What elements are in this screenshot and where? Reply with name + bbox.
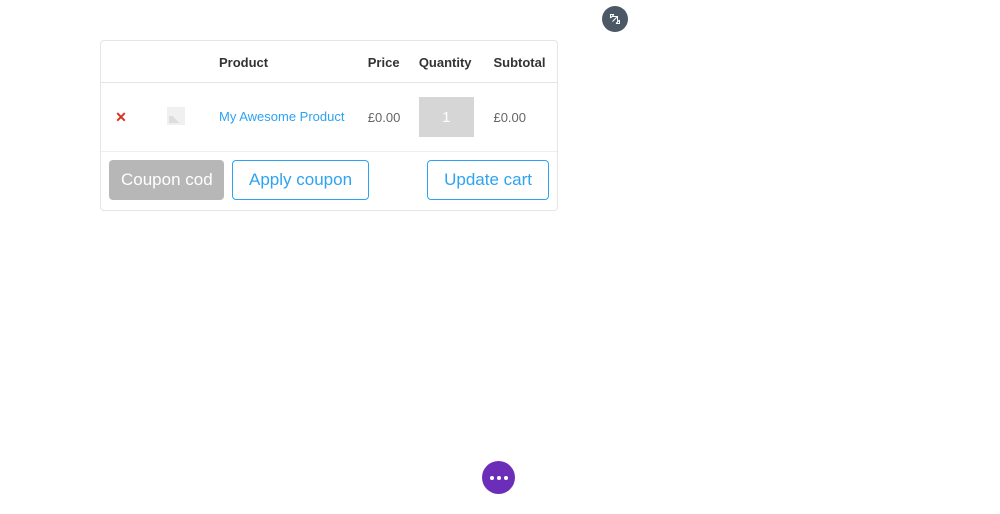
remove-item-icon[interactable]: ✕: [109, 109, 133, 126]
actions-row: Apply coupon Update cart: [109, 160, 549, 200]
col-remove: [101, 41, 141, 83]
col-thumb: [141, 41, 211, 83]
col-price: Price: [360, 41, 411, 83]
cart-panel: Product Price Quantity Subtotal ✕ My Awe…: [100, 40, 558, 211]
quantity-input[interactable]: 1: [419, 97, 474, 137]
resize-handle[interactable]: [602, 6, 628, 32]
apply-coupon-button[interactable]: Apply coupon: [232, 160, 369, 200]
subtotal-cell: £0.00: [485, 83, 557, 152]
cart-table: Product Price Quantity Subtotal ✕ My Awe…: [101, 41, 557, 210]
col-quantity: Quantity: [411, 41, 486, 83]
col-subtotal: Subtotal: [485, 41, 557, 83]
col-product: Product: [211, 41, 360, 83]
fab-more-button[interactable]: [482, 461, 515, 494]
product-link[interactable]: My Awesome Product: [219, 109, 344, 124]
table-row: ✕ My Awesome Product £0.00 1 £0.00: [101, 83, 557, 152]
coupon-input[interactable]: [109, 160, 224, 200]
price-cell: £0.00: [360, 83, 411, 152]
update-cart-button[interactable]: Update cart: [427, 160, 549, 200]
thumbnail-placeholder-icon: [167, 107, 185, 125]
